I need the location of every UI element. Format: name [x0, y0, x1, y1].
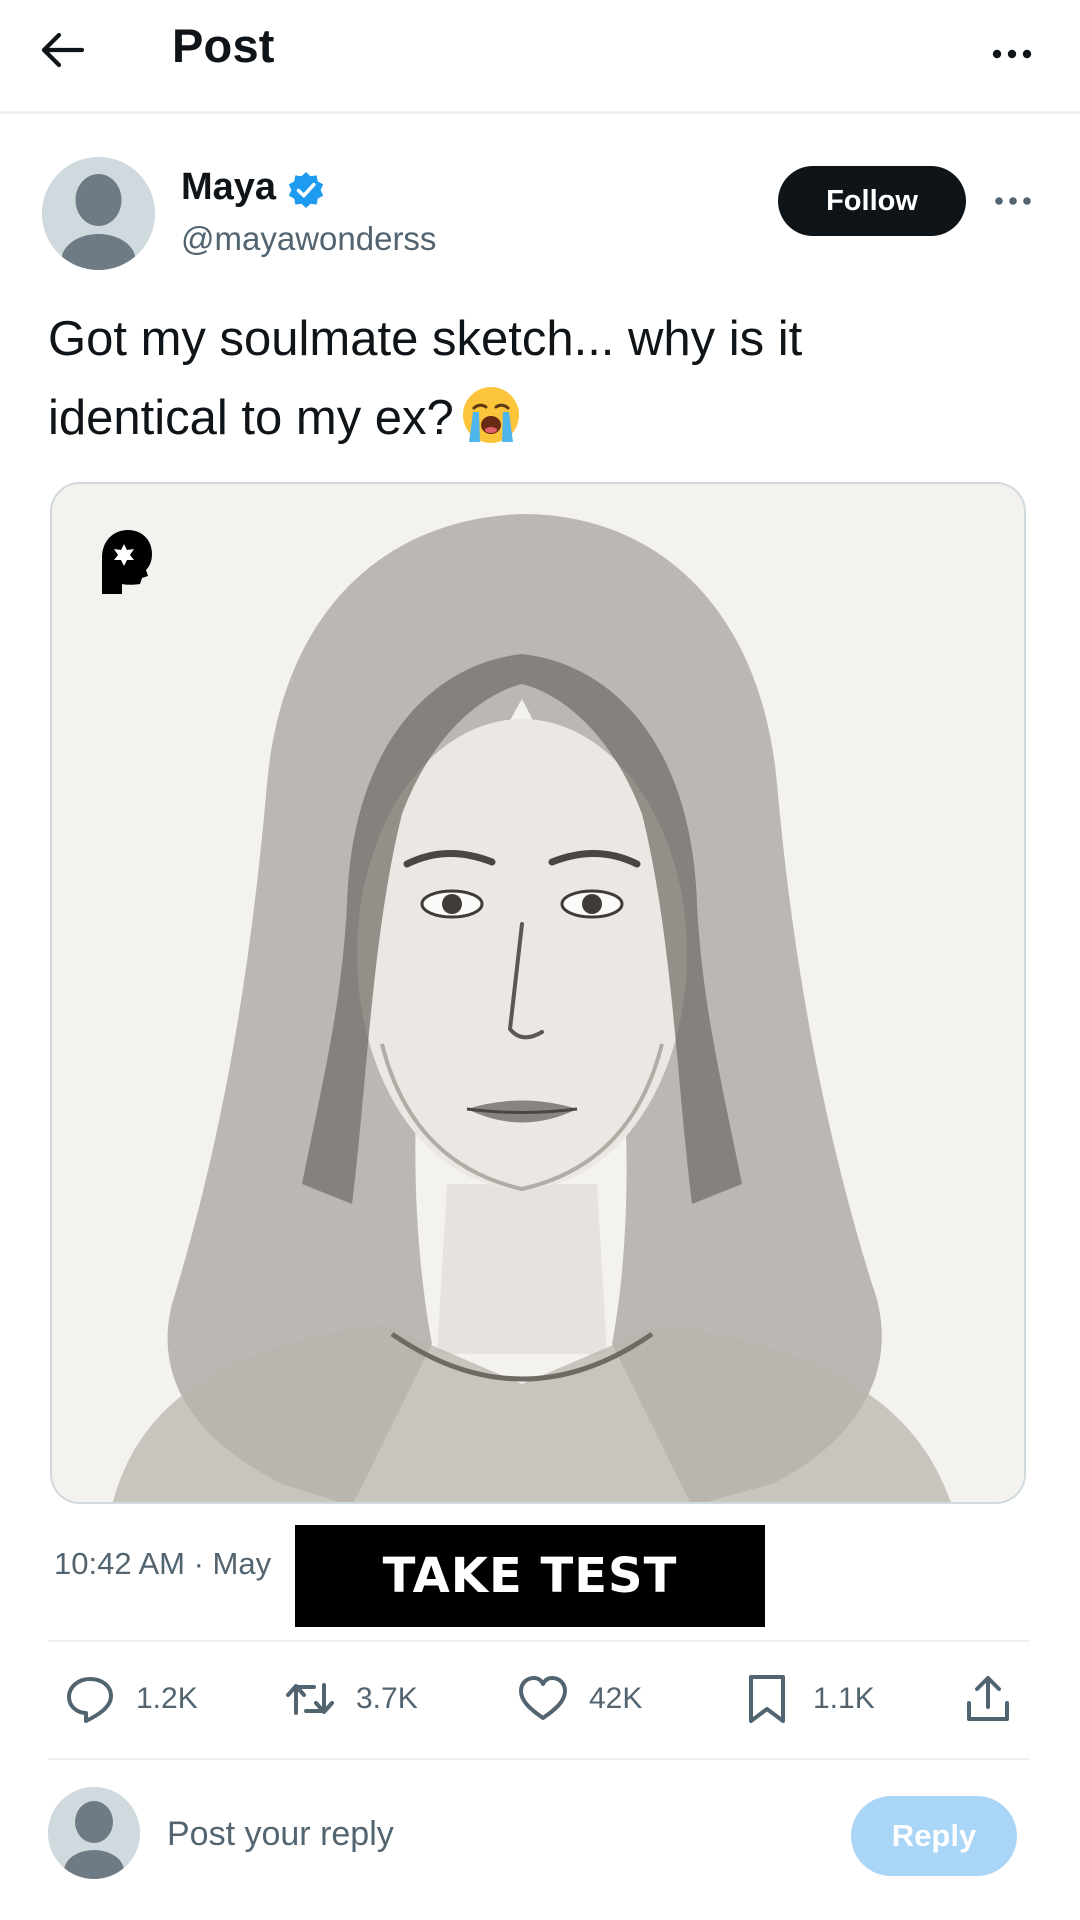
- divider: [48, 1758, 1030, 1760]
- more-horizontal-icon: [995, 197, 1031, 205]
- head-silhouette-logo-icon: [102, 530, 152, 594]
- reply-input[interactable]: Post your reply: [167, 1815, 394, 1854]
- post-media-image[interactable]: [50, 482, 1026, 1504]
- top-bar: Post: [0, 0, 1080, 114]
- bookmark-action[interactable]: 1.1K: [741, 1670, 875, 1728]
- sketch-portrait-illustration: [52, 484, 1024, 1502]
- like-action[interactable]: 42K: [517, 1670, 642, 1728]
- more-horizontal-icon: [992, 49, 1032, 59]
- repost-action[interactable]: 3.7K: [284, 1670, 418, 1728]
- author-avatar[interactable]: [42, 157, 155, 270]
- bookmark-count: 1.1K: [813, 1682, 875, 1715]
- page-title: Post: [172, 19, 275, 72]
- heart-icon: [519, 1676, 567, 1720]
- loudly-crying-face-emoji: [462, 387, 519, 443]
- share-icon: [967, 1676, 1009, 1721]
- back-button[interactable]: [40, 22, 104, 78]
- verified-badge-icon: [288, 172, 324, 208]
- post-text-line-1: Got my soulmate sketch... why is it: [48, 312, 803, 366]
- follow-button[interactable]: Follow: [778, 166, 966, 236]
- repost-count: 3.7K: [356, 1682, 418, 1715]
- post-text: Got my soulmate sketch... why is it iden…: [48, 300, 928, 458]
- repost-icon: [286, 1683, 334, 1715]
- post-more-button[interactable]: [990, 178, 1036, 224]
- share-action[interactable]: [962, 1670, 1014, 1728]
- default-avatar-icon: [42, 157, 155, 270]
- take-test-button[interactable]: TAKE TEST: [295, 1525, 765, 1627]
- post-text-line-2-text: identical to my ex?: [48, 391, 454, 445]
- default-avatar-icon: [48, 1787, 140, 1879]
- post-timestamp[interactable]: 10:42 AM · May: [54, 1546, 271, 1582]
- post-page: Post Maya @mayawonderss Follow Got my so…: [0, 0, 1080, 1920]
- header-more-button[interactable]: [988, 30, 1036, 78]
- like-count: 42K: [589, 1682, 643, 1715]
- reply-action[interactable]: 1.2K: [64, 1670, 198, 1728]
- author-name[interactable]: Maya: [181, 166, 276, 209]
- reply-bubble-icon: [67, 1677, 113, 1723]
- current-user-avatar[interactable]: [48, 1787, 140, 1879]
- reply-button[interactable]: Reply: [851, 1796, 1017, 1876]
- arrow-left-icon: [41, 32, 84, 68]
- divider: [48, 1640, 1030, 1642]
- bookmark-icon: [749, 1675, 785, 1723]
- reply-count: 1.2K: [136, 1682, 198, 1715]
- post-text-line-2: identical to my ex?: [48, 379, 928, 458]
- author-handle[interactable]: @mayawonderss: [181, 220, 436, 258]
